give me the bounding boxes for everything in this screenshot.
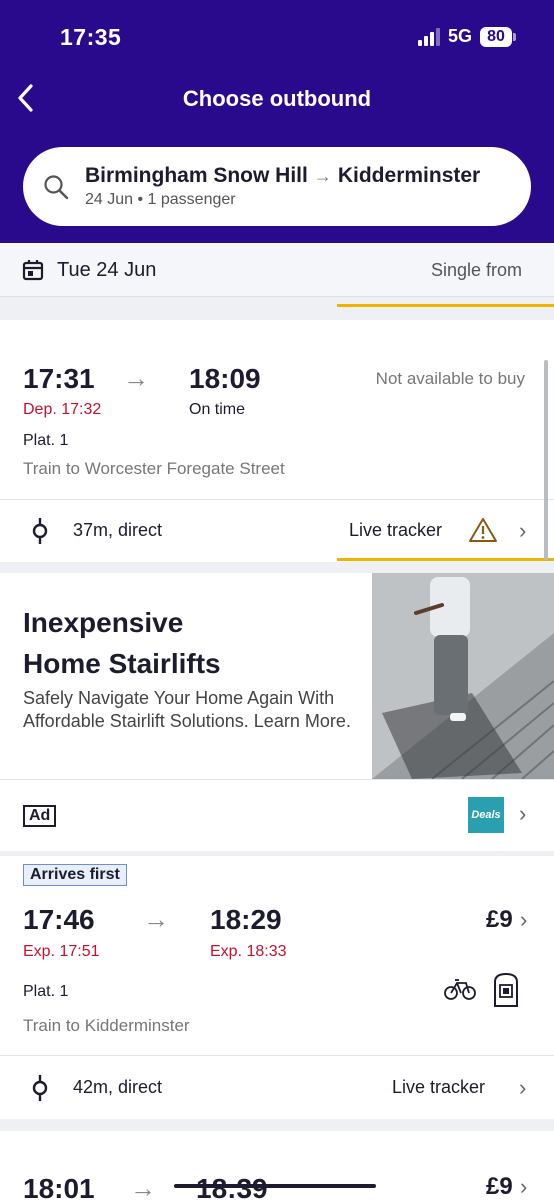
deals-logo[interactable]: Deals bbox=[468, 797, 504, 833]
train-facility-icon bbox=[494, 972, 518, 1007]
journey-card-1746[interactable]: 17:46 → 18:29 Exp. 17:51 Exp. 18:33 £9 ›… bbox=[0, 856, 554, 1119]
chevron-right-icon: › bbox=[520, 907, 528, 932]
price: £9 bbox=[486, 906, 513, 933]
journey-duration: 42m, direct bbox=[73, 1077, 163, 1097]
chevron-right-icon: › bbox=[519, 518, 527, 543]
divider bbox=[0, 1055, 554, 1056]
arrival-time: 18:29 bbox=[210, 904, 282, 935]
page-title: Choose outbound bbox=[182, 86, 372, 111]
header: 17:35 5G 80 Choose outbound Birmingham S… bbox=[0, 0, 554, 243]
status-time: 17:35 bbox=[60, 24, 122, 50]
chevron-right-icon: › bbox=[519, 801, 527, 826]
bicycle-icon bbox=[444, 979, 476, 1000]
tracker-highlight bbox=[337, 558, 554, 561]
arrival-status: On time bbox=[189, 401, 246, 418]
arrow-right-icon: → bbox=[143, 904, 169, 934]
availability-text: Not available to buy bbox=[375, 369, 525, 388]
arrival-status: Exp. 18:33 bbox=[210, 943, 287, 960]
ad-label: Ad bbox=[23, 805, 57, 827]
departure-status: Exp. 17:51 bbox=[23, 943, 100, 960]
scrollbar[interactable] bbox=[544, 360, 548, 560]
platform: Plat. 1 bbox=[23, 983, 69, 1000]
arrow-right-icon: → bbox=[130, 1173, 156, 1200]
train-destination: Train to Kidderminster bbox=[23, 1016, 190, 1035]
journey-card-1801[interactable]: 18:01 → 18:39 £9 › bbox=[0, 1131, 554, 1200]
journey-card-1731[interactable]: 17:31 → 18:09 Dep. 17:32 On time Not ava… bbox=[0, 320, 554, 562]
single-from-label: Single from bbox=[430, 260, 522, 280]
arrow-right-icon: → bbox=[123, 363, 149, 393]
departure-time: 17:31 bbox=[23, 363, 95, 394]
battery-level: 80 bbox=[480, 26, 512, 47]
ad-title-line-2: Home Stairlifts bbox=[23, 648, 221, 679]
warning-icon bbox=[469, 518, 497, 542]
journey-duration: 37m, direct bbox=[73, 520, 163, 540]
network-type: 5G bbox=[447, 26, 472, 46]
divider bbox=[0, 779, 554, 780]
date-bar[interactable]: Tue 24 Jun Single from bbox=[0, 243, 554, 297]
ad-body: Safely Navigate Your Home Again With Aff… bbox=[23, 688, 351, 731]
advert[interactable]: Inexpensive Home Stairlifts Safely Navig… bbox=[0, 573, 554, 851]
divider bbox=[0, 499, 554, 500]
search-details: 24 Jun • 1 passenger bbox=[85, 191, 236, 208]
route-arrow: → bbox=[313, 165, 332, 186]
origin-station: Birmingham Snow Hill bbox=[85, 164, 308, 187]
calendar-icon bbox=[22, 260, 44, 281]
selected-date: Tue 24 Jun bbox=[57, 259, 157, 281]
arrival-time: 18:09 bbox=[189, 363, 261, 394]
search-icon bbox=[44, 175, 69, 200]
destination-station: Kidderminster bbox=[337, 164, 481, 187]
departure-time: 17:46 bbox=[23, 904, 95, 935]
route: Birmingham Snow Hill → Kidderminster bbox=[85, 164, 480, 188]
departure-time: 18:01 bbox=[23, 1173, 95, 1200]
journey-route-icon bbox=[32, 1075, 48, 1101]
signal-icon bbox=[417, 27, 440, 46]
departure-status: Dep. 17:32 bbox=[23, 401, 102, 418]
arrives-first-badge: Arrives first bbox=[23, 864, 127, 886]
home-indicator bbox=[174, 1184, 376, 1188]
ad-title: Inexpensive Home Stairlifts bbox=[23, 602, 353, 684]
status-indicators: 5G 80 bbox=[417, 26, 516, 47]
tab-indicator bbox=[337, 304, 554, 307]
train-destination: Train to Worcester Foregate Street bbox=[23, 459, 285, 478]
battery-icon: 80 bbox=[480, 26, 516, 47]
ad-title-line-1: Inexpensive bbox=[23, 607, 184, 638]
live-tracker-link[interactable]: Live tracker bbox=[392, 1077, 485, 1098]
stairlift-image bbox=[372, 573, 554, 779]
journey-search-box[interactable]: Birmingham Snow Hill → Kidderminster 24 … bbox=[23, 147, 531, 226]
platform: Plat. 1 bbox=[23, 432, 69, 449]
journey-route-icon bbox=[32, 518, 48, 544]
chevron-right-icon: › bbox=[520, 1174, 528, 1199]
chevron-right-icon: › bbox=[519, 1075, 527, 1100]
price: £9 bbox=[486, 1173, 513, 1200]
live-tracker-link[interactable]: Live tracker bbox=[349, 520, 442, 541]
